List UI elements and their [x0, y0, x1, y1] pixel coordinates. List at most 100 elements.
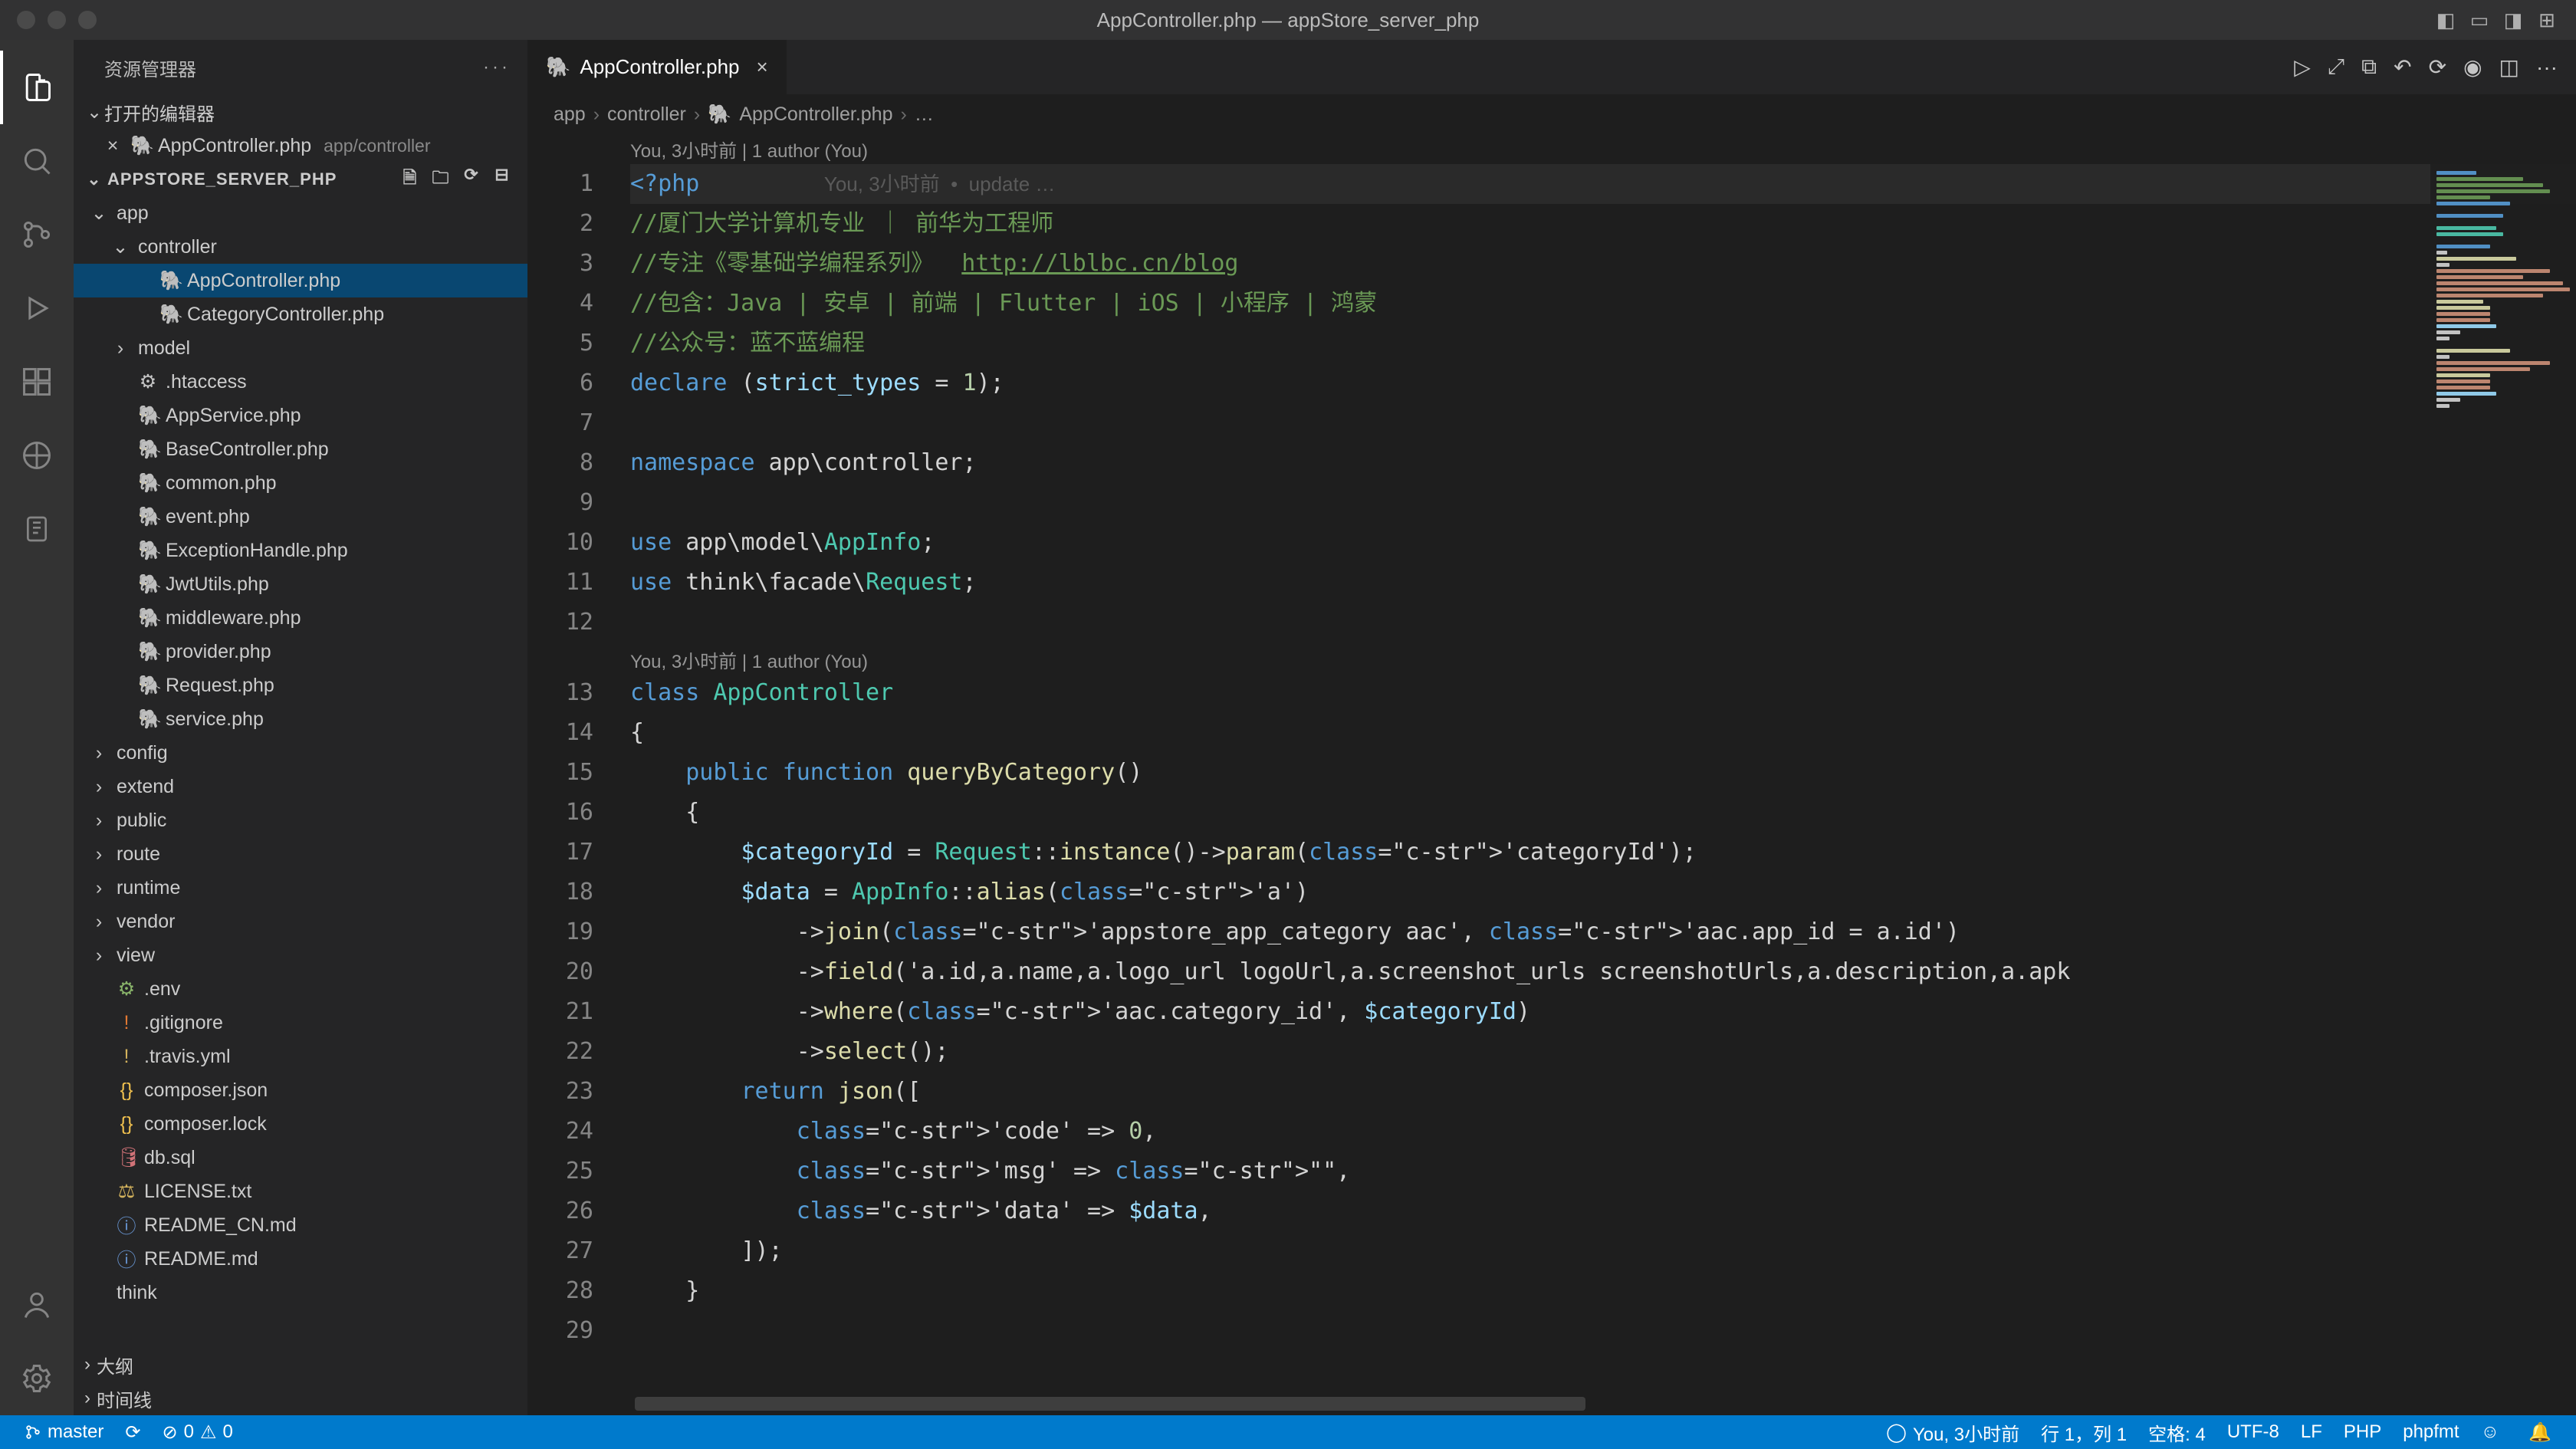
status-feedback[interactable]: ☺	[2470, 1421, 2511, 1443]
status-blame[interactable]: ◯ You, 3小时前	[1875, 1419, 2030, 1446]
code-line[interactable]: $data = AppInfo::alias(class="c-str">'a'…	[630, 872, 2576, 912]
run-icon[interactable]: ▷	[2294, 54, 2311, 80]
close-window[interactable]	[17, 11, 35, 29]
tree-item[interactable]: ·🐘Request.php	[74, 669, 527, 702]
layout-customize-icon[interactable]: ⊞	[2535, 8, 2559, 32]
revert-icon[interactable]: ↶	[2394, 54, 2411, 80]
open-editor-item[interactable]: × 🐘 AppController.php app/controller	[74, 129, 527, 163]
scrollbar-thumb[interactable]	[635, 1397, 1585, 1411]
tree-item[interactable]: ·🐘AppController.php	[74, 264, 527, 297]
code-line[interactable]: ->field('a.id,a.name,a.logo_url logoUrl,…	[630, 952, 2576, 992]
status-eol[interactable]: LF	[2290, 1421, 2333, 1443]
tree-item[interactable]: ·!.travis.yml	[74, 1040, 527, 1073]
tree-item[interactable]: ·🐘JwtUtils.php	[74, 567, 527, 601]
timeline-section[interactable]: › 时间线	[74, 1382, 527, 1415]
status-branch[interactable]: master	[14, 1421, 114, 1443]
code-editor[interactable]: 1234567891011121314151617181920212223242…	[527, 164, 2576, 1392]
status-problems[interactable]: ⊘0 ⚠0	[151, 1421, 243, 1444]
tree-item[interactable]: ›extend	[74, 770, 527, 803]
account-icon[interactable]	[0, 1268, 74, 1342]
tree-item[interactable]: ·🐘middleware.php	[74, 601, 527, 635]
codelens[interactable]: You, 3小时前 | 1 author (You)	[630, 642, 2576, 673]
tree-item[interactable]: ·🐘common.php	[74, 466, 527, 500]
breadcrumb-item[interactable]: controller	[607, 104, 686, 126]
diff-icon[interactable]: ⤢	[2328, 54, 2344, 80]
layout-sidebar-left-icon[interactable]: ◧	[2433, 8, 2458, 32]
git-compare-icon[interactable]: ⧉	[2361, 54, 2377, 80]
tree-item[interactable]: ·🐘BaseController.php	[74, 432, 527, 466]
remote-icon[interactable]	[0, 419, 74, 492]
code-line[interactable]: use think\facade\Request;	[630, 563, 2576, 603]
breadcrumb-item[interactable]: AppController.php	[739, 104, 892, 126]
tree-item[interactable]: ·⚙.htaccess	[74, 365, 527, 399]
tree-item[interactable]: ·⚙.env	[74, 972, 527, 1006]
tree-item[interactable]: ›vendor	[74, 905, 527, 938]
code-line[interactable]	[630, 603, 2576, 642]
collapse-all-icon[interactable]: ⊟	[491, 165, 514, 194]
code-line[interactable]: {	[630, 793, 2576, 833]
step-icon[interactable]: ⟳	[2429, 54, 2446, 80]
tree-item[interactable]: ⌄controller	[74, 230, 527, 264]
explorer-icon[interactable]	[0, 51, 74, 124]
code-line[interactable]: }	[630, 1271, 2576, 1311]
code-line[interactable]: declare (strict_types = 1);	[630, 363, 2576, 403]
tree-item[interactable]: ›model	[74, 331, 527, 365]
tree-item[interactable]: ·ⓘREADME_CN.md	[74, 1208, 527, 1242]
status-sync[interactable]: ⟳	[114, 1421, 151, 1444]
notebook-icon[interactable]	[0, 492, 74, 566]
code-content[interactable]: <?php You, 3小时前 • update …//厦门大学计算机专业 ｜ …	[619, 164, 2576, 1392]
code-line[interactable]: class AppController	[630, 673, 2576, 713]
code-line[interactable]	[630, 1311, 2576, 1351]
tree-item[interactable]: ·!.gitignore	[74, 1006, 527, 1040]
code-line[interactable]: class="c-str">'code' => 0,	[630, 1112, 2576, 1152]
code-line[interactable]: <?php You, 3小时前 • update …	[630, 164, 2576, 204]
tree-item[interactable]: ·🛢db.sql	[74, 1141, 527, 1175]
zoom-window[interactable]	[78, 11, 97, 29]
tree-item[interactable]: ·🐘CategoryController.php	[74, 297, 527, 331]
status-notifications[interactable]: 🔔	[2518, 1421, 2562, 1444]
status-language[interactable]: PHP	[2333, 1421, 2392, 1443]
tree-item[interactable]: ›config	[74, 736, 527, 770]
code-line[interactable]: return json([	[630, 1072, 2576, 1112]
code-line[interactable]: ->select();	[630, 1032, 2576, 1072]
code-line[interactable]: //包含：Java | 安卓 | 前端 | Flutter | iOS | 小程…	[630, 284, 2576, 324]
layout-panel-icon[interactable]: ▭	[2467, 8, 2492, 32]
breadcrumb-item[interactable]: …	[915, 104, 934, 126]
tree-item[interactable]: ·think	[74, 1276, 527, 1309]
settings-gear-icon[interactable]	[0, 1342, 74, 1415]
code-line[interactable]: {	[630, 713, 2576, 753]
code-line[interactable]: namespace app\controller;	[630, 443, 2576, 483]
sidebar-more-icon[interactable]: ···	[483, 57, 511, 78]
code-line[interactable]: ->where(class="c-str">'aac.category_id',…	[630, 992, 2576, 1032]
new-folder-icon[interactable]: 🗀	[429, 165, 452, 194]
minimize-window[interactable]	[48, 11, 66, 29]
tab-appcontroller[interactable]: 🐘 AppController.php ×	[527, 40, 787, 94]
status-spaces[interactable]: 空格: 4	[2137, 1419, 2216, 1446]
tree-item[interactable]: ›route	[74, 837, 527, 871]
tree-item[interactable]: ·🐘AppService.php	[74, 399, 527, 432]
close-tab-icon[interactable]: ×	[757, 55, 768, 79]
tree-item[interactable]: ›public	[74, 803, 527, 837]
tree-item[interactable]: ›view	[74, 938, 527, 972]
breadcrumbs[interactable]: app › controller › 🐘 AppController.php ›…	[527, 95, 2576, 133]
tree-item[interactable]: ·ⓘREADME.md	[74, 1242, 527, 1276]
code-line[interactable]: $categoryId = Request::instance()->param…	[630, 833, 2576, 872]
code-line[interactable]: //专注《零基础学编程系列》 http://lblbc.cn/blog	[630, 244, 2576, 284]
horizontal-scrollbar[interactable]	[527, 1392, 2576, 1415]
outline-section[interactable]: › 大纲	[74, 1348, 527, 1382]
tree-item[interactable]: ·🐘event.php	[74, 500, 527, 534]
more-actions-icon[interactable]: ···	[2536, 55, 2558, 80]
code-line[interactable]	[630, 483, 2576, 523]
layout-sidebar-right-icon[interactable]: ◨	[2501, 8, 2525, 32]
tree-item[interactable]: ·{}composer.json	[74, 1073, 527, 1107]
split-editor-icon[interactable]: ◫	[2499, 54, 2519, 80]
close-editor-icon[interactable]: ×	[103, 135, 123, 157]
tree-item[interactable]: ·🐘service.php	[74, 702, 527, 736]
tree-item[interactable]: ·🐘ExceptionHandle.php	[74, 534, 527, 567]
code-line[interactable]: //公众号：蓝不蓝编程	[630, 324, 2576, 363]
debug-alt-icon[interactable]: ◉	[2463, 54, 2482, 80]
tree-item[interactable]: ·{}composer.lock	[74, 1107, 527, 1141]
extensions-icon[interactable]	[0, 345, 74, 419]
code-line[interactable]: class="c-str">'data' => $data,	[630, 1191, 2576, 1231]
tree-item[interactable]: ⌄app	[74, 196, 527, 230]
